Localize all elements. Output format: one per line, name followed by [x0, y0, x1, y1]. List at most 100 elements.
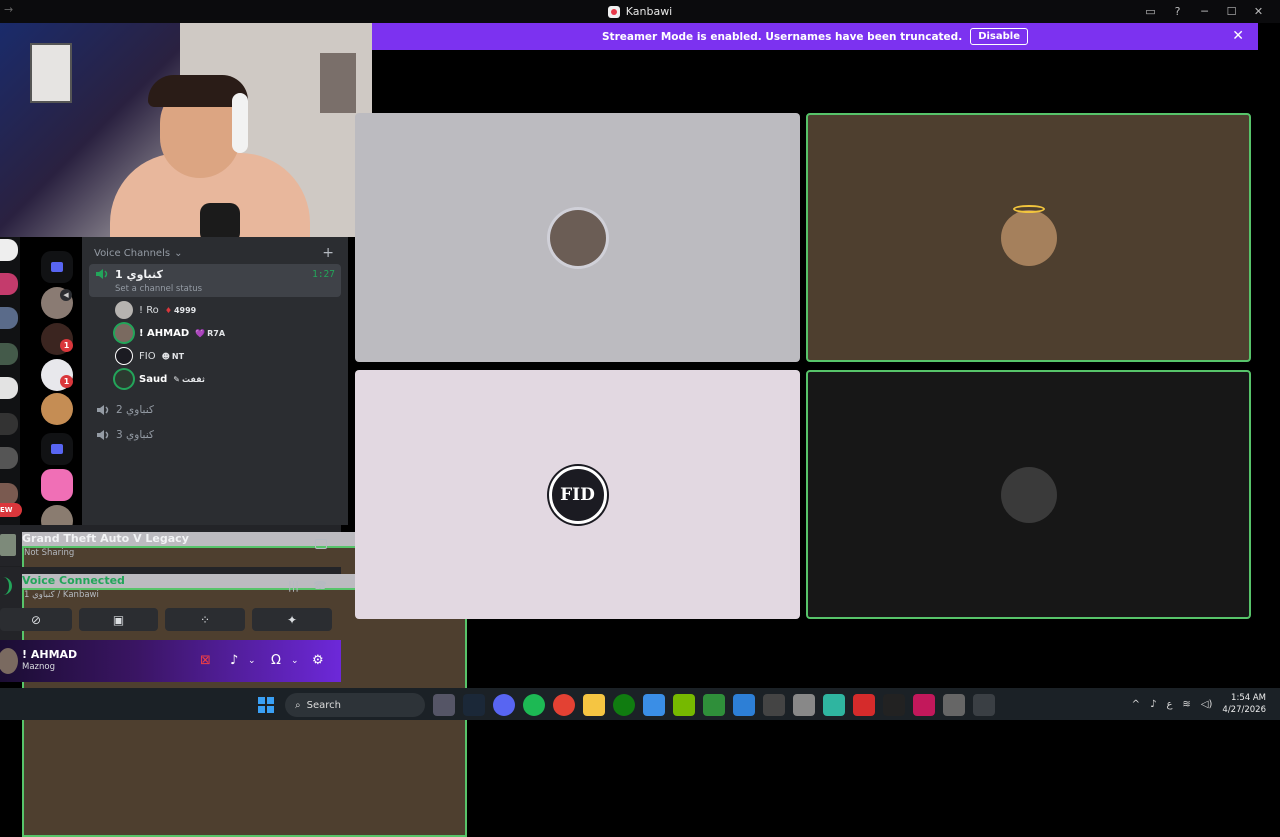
chevron-down-icon[interactable]: ⌄ [248, 656, 256, 666]
app-icon[interactable] [823, 694, 845, 716]
voice-tile[interactable] [355, 113, 800, 362]
minimize-button[interactable]: ─ [1191, 5, 1218, 18]
folder-icon [51, 444, 63, 454]
channel-status-input[interactable]: Set a channel status [115, 284, 202, 294]
camera-off-icon[interactable]: ⊠ [200, 653, 211, 668]
discord-icon[interactable] [493, 694, 515, 716]
voice-member[interactable]: Saud ✎ ثقفت [115, 370, 205, 388]
chrome-active-icon[interactable] [973, 694, 995, 716]
chevron-down-icon[interactable]: ⌄ [291, 656, 299, 666]
share-screen-button[interactable]: ▣ [79, 608, 158, 631]
app-icon[interactable] [763, 694, 785, 716]
app-icon[interactable] [913, 694, 935, 716]
taskbar-search-input[interactable]: ⌕ Search [285, 693, 425, 717]
banner-message: Streamer Mode is enabled. Usernames have… [602, 30, 963, 43]
server-icon[interactable] [0, 377, 18, 399]
wifi-icon[interactable]: ≋ [1182, 699, 1190, 710]
activities-icon: ⁘ [199, 612, 211, 627]
microphone-icon[interactable]: ♪ [1150, 699, 1156, 710]
window-title: Kanbawi [607, 5, 672, 18]
voice-member[interactable]: ! Ro ♦ 4999 [115, 301, 196, 319]
wall-frame [30, 43, 72, 103]
unread-badge: 1 [60, 339, 73, 352]
settings-icon[interactable] [943, 694, 965, 716]
volume-icon[interactable]: ◁) [1201, 699, 1213, 710]
chevron-up-icon[interactable]: ^ [1132, 699, 1140, 710]
voice-connection-panel: Voice Connected 1 كنباوي / Kanbawi ||| ☎… [0, 567, 467, 837]
server-icon[interactable] [0, 483, 18, 505]
microphone [200, 203, 240, 237]
voice-member[interactable]: ! AHMAD 💜 R7A [115, 324, 225, 342]
member-tag: 💜 R7A [195, 328, 226, 338]
steam-icon[interactable] [463, 694, 485, 716]
member-tag: ☻ NT [161, 351, 185, 361]
dm-avatar[interactable] [41, 393, 73, 425]
noise-suppression-icon[interactable]: ||| [288, 579, 299, 592]
store-icon[interactable] [643, 694, 665, 716]
headset-icon [232, 93, 248, 153]
app-icon[interactable] [733, 694, 755, 716]
voice-channels-header[interactable]: Voice Channels ⌄ [94, 248, 182, 259]
disable-streamer-mode-button[interactable]: Disable [970, 28, 1028, 45]
avatar [115, 370, 133, 388]
clock[interactable]: 1:54 AM 4/27/2026 [1222, 692, 1266, 716]
settings-gear-icon[interactable]: ⚙ [312, 653, 324, 668]
windows-start-icon[interactable] [255, 694, 277, 716]
camera-off-icon: ⊘ [30, 612, 42, 627]
username[interactable]: ! AHMAD [22, 648, 77, 661]
avatar [115, 347, 133, 365]
avatar [115, 324, 133, 342]
voice-member[interactable]: FIO ☻ NT [115, 347, 184, 365]
spotify-icon[interactable] [523, 694, 545, 716]
file-explorer-icon[interactable] [583, 694, 605, 716]
streamer-mode-banner: Streamer Mode is enabled. Usernames have… [372, 23, 1258, 50]
inbox-icon[interactable]: ▭ [1137, 5, 1164, 18]
server-icon[interactable] [0, 447, 18, 469]
voice-channel-2[interactable]: 2 كنباوي [96, 404, 154, 416]
soundboard-button[interactable]: ✦ [252, 608, 332, 631]
game-pass-icon[interactable] [703, 694, 725, 716]
server-icon[interactable] [0, 343, 18, 365]
server-icon[interactable] [0, 307, 18, 329]
back-arrow-icon[interactable]: → [4, 3, 13, 16]
server-folder[interactable] [41, 433, 73, 465]
user-status: Maznog [22, 662, 55, 672]
nvidia-icon[interactable] [673, 694, 695, 716]
server-icon[interactable] [0, 413, 18, 435]
headphones-icon[interactable]: Ω [271, 653, 281, 668]
language-indicator[interactable]: ع [1166, 699, 1172, 710]
camera-off-button[interactable]: ⊘ [0, 608, 72, 631]
participant-avatar [549, 209, 606, 266]
activities-button[interactable]: ⁘ [165, 608, 245, 631]
banner-close-icon[interactable]: ✕ [1232, 28, 1244, 44]
voice-tile-speaking[interactable] [806, 113, 1251, 362]
screen-share-icon[interactable] [315, 539, 327, 549]
voice-tile[interactable]: FID [355, 370, 800, 619]
capcut-icon[interactable] [883, 694, 905, 716]
activity-panel: Grand Theft Auto V Legacy Not Sharing [0, 525, 467, 795]
voice-tile-speaking[interactable] [806, 370, 1251, 619]
avatar[interactable] [0, 648, 18, 674]
signal-icon[interactable] [0, 577, 12, 595]
xbox-icon[interactable] [613, 694, 635, 716]
recycle-icon[interactable] [793, 694, 815, 716]
server-folder[interactable] [41, 251, 73, 283]
disconnect-icon[interactable]: ☎ [313, 579, 327, 592]
screen-share-icon: ▣ [112, 612, 125, 627]
verified-badge-icon[interactable] [41, 469, 73, 501]
help-icon[interactable]: ? [1164, 5, 1191, 18]
wps-icon[interactable] [853, 694, 875, 716]
server-rail: EW [0, 237, 22, 525]
chrome-icon[interactable] [553, 694, 575, 716]
close-window-button[interactable]: ✕ [1245, 5, 1272, 18]
camera-app-icon[interactable] [433, 694, 455, 716]
microphone-icon[interactable]: ♪ [230, 653, 238, 668]
call-timer: 1:27 [312, 269, 335, 280]
add-channel-icon[interactable]: + [322, 245, 334, 261]
server-icon[interactable] [0, 239, 18, 261]
maximize-button[interactable]: ☐ [1218, 5, 1245, 18]
voice-channel-active[interactable]: 1 كنباوي 1:27 Set a channel status [89, 264, 341, 297]
server-icon[interactable] [0, 273, 18, 295]
voice-channel-3[interactable]: 3 كنباوي [96, 429, 154, 441]
webcam-overlay [0, 23, 372, 237]
